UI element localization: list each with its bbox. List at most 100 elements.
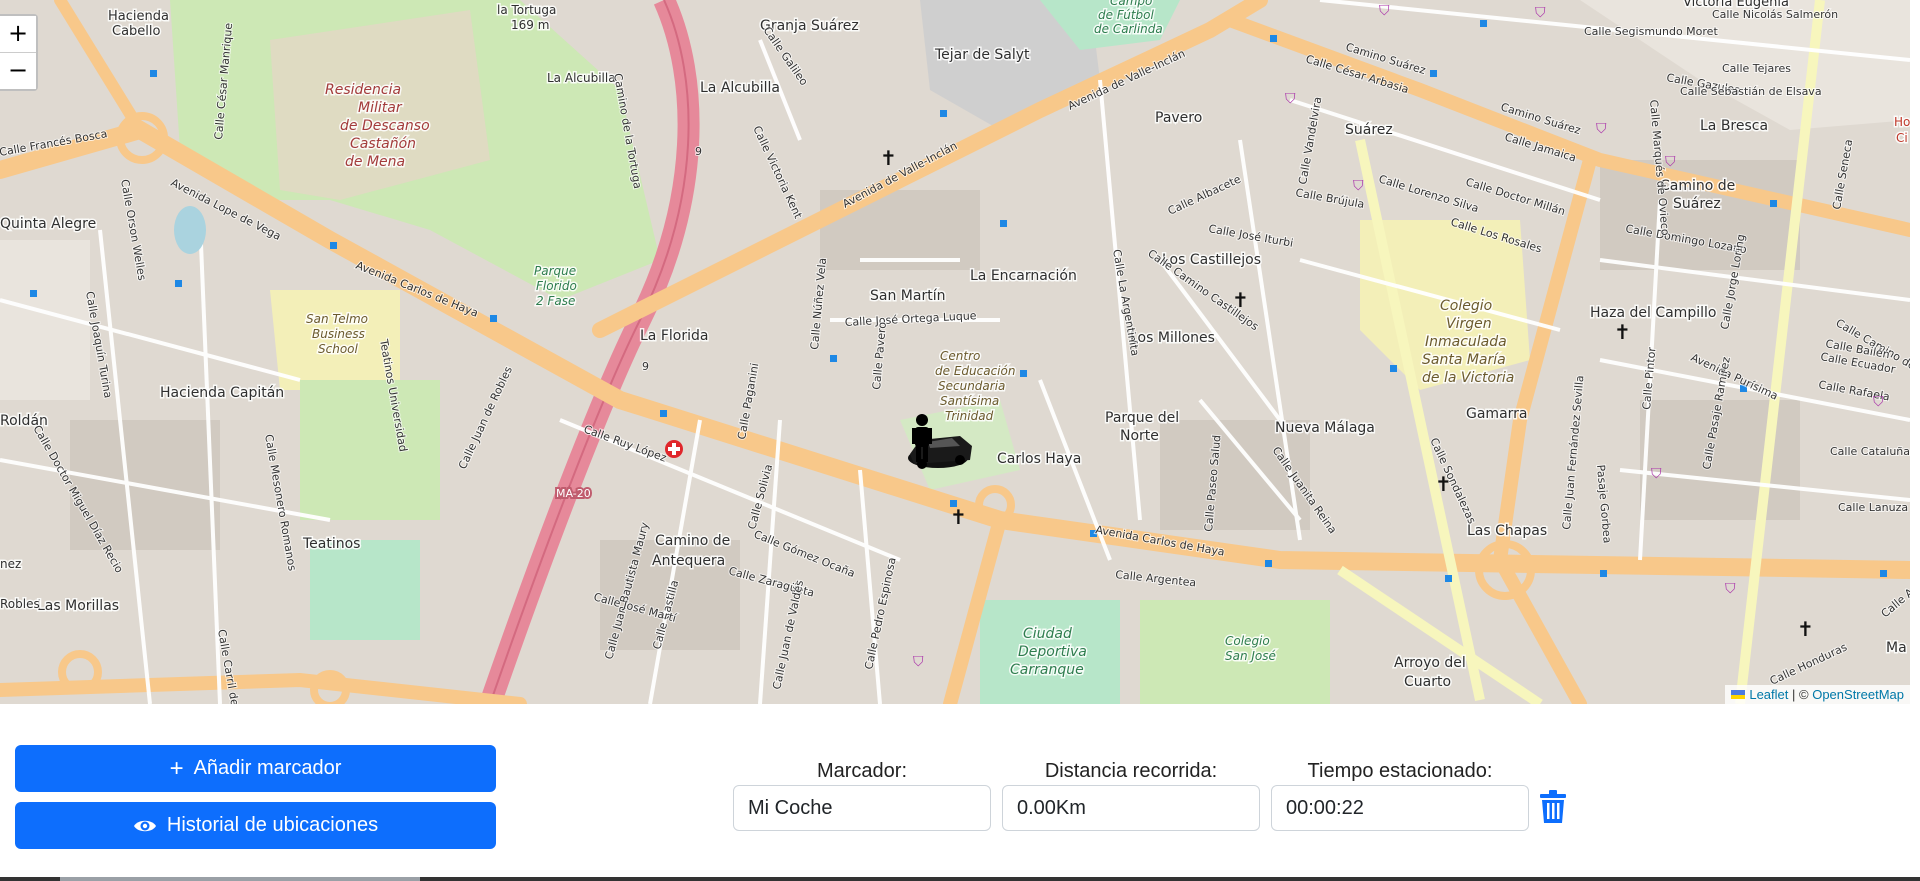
parked-time-field[interactable]: 00:00:22 — [1271, 785, 1529, 831]
svg-text:✝: ✝ — [880, 146, 897, 170]
map-label: Hacienda Capitán — [160, 385, 284, 401]
map-label: Parque — [534, 264, 576, 278]
map-label: Parque del — [1105, 410, 1179, 426]
map-label: de la Victoria — [1422, 370, 1514, 386]
marker-label: Marcador: — [816, 760, 908, 782]
road-label: Calle Cataluña — [1830, 445, 1910, 458]
map-label: Camino de — [1660, 178, 1735, 194]
map-attribution: Leaflet | © OpenStreetMap — [1725, 685, 1910, 704]
road-label: 9 — [695, 145, 702, 158]
map-label: Hacienda — [108, 9, 169, 24]
map-label: La Encarnación — [970, 268, 1077, 284]
eye-icon — [133, 820, 156, 831]
map-label: 169 m — [511, 18, 549, 32]
road-label: Calle Tejares — [1722, 62, 1791, 75]
map-label: Castañón — [350, 136, 416, 152]
map-label: Ciudad — [1023, 626, 1072, 642]
road-label: Calle Lanuza — [1838, 501, 1908, 514]
map-label: Trinidad — [945, 409, 994, 423]
road-label: Calle Segismundo Moret — [1584, 25, 1718, 38]
openstreetmap-link[interactable]: OpenStreetMap — [1812, 687, 1904, 702]
map-label: de Educación — [935, 364, 1015, 378]
hospital-icon — [665, 440, 683, 458]
map-label: La Florida — [640, 328, 708, 344]
map-label: La Alcubilla — [700, 80, 780, 96]
trash-icon[interactable] — [1538, 790, 1568, 824]
map-label: School — [318, 342, 359, 356]
location-history-button[interactable]: Historial de ubicaciones — [15, 802, 496, 849]
svg-text:✝: ✝ — [1232, 288, 1249, 312]
zoom-in-button[interactable]: + — [0, 16, 36, 52]
map-label: de Mena — [345, 154, 405, 170]
svg-text:⛉: ⛉ — [913, 654, 924, 670]
map-label: de Fútbol — [1098, 8, 1155, 22]
svg-text:✝: ✝ — [1614, 320, 1631, 344]
svg-text:⛉: ⛉ — [1379, 3, 1390, 19]
map-label: Teatinos — [302, 536, 360, 552]
map-label: Tejar de Salyt — [934, 47, 1030, 63]
map-label: Ho — [1894, 115, 1910, 129]
map-label: Business — [312, 327, 365, 341]
map-label: San José — [1225, 649, 1276, 663]
map-label: Residencia — [325, 82, 401, 98]
map-label: Robles — [0, 597, 40, 611]
svg-text:✝: ✝ — [950, 505, 967, 529]
svg-text:⛉: ⛉ — [1596, 121, 1607, 137]
distance-label: Distancia recorrida: — [1044, 760, 1218, 782]
map-label: Los Millones — [1130, 330, 1215, 346]
map-label: 2 Fase — [536, 294, 575, 308]
road-label: Calle Sebastián de Elsava — [1680, 85, 1822, 98]
map-label: Florido — [536, 279, 577, 293]
map-label: Inmaculada — [1425, 334, 1507, 350]
map-label: Cabello — [112, 24, 161, 39]
map-label: de Carlinda — [1094, 22, 1163, 36]
map-label: Santísima — [940, 394, 999, 408]
zoom-out-button[interactable]: − — [0, 52, 36, 89]
map-label: Centro — [940, 349, 980, 363]
parked-time-label: Tiempo estacionado: — [1307, 760, 1493, 782]
map-label: nez — [0, 557, 21, 571]
map-label: Suárez — [1345, 122, 1393, 138]
map-label: Gamarra — [1466, 406, 1528, 422]
map-label: Cuarto — [1404, 674, 1451, 690]
map-label: Santa María — [1422, 352, 1506, 368]
add-marker-label: Añadir marcador — [193, 757, 342, 779]
map-label: Ma — [1886, 640, 1907, 656]
svg-text:⛉: ⛉ — [1285, 91, 1296, 107]
map-label: Camino de — [655, 533, 730, 549]
map-label: Haza del Campillo — [1590, 305, 1716, 321]
map-label: Ci — [1896, 131, 1908, 145]
map-label: Pavero — [1155, 110, 1202, 126]
distance-field[interactable]: 0.00Km — [1002, 785, 1260, 831]
map-label: Militar — [358, 100, 403, 116]
svg-text:✝: ✝ — [1797, 617, 1814, 641]
svg-text:⛉: ⛉ — [1873, 394, 1884, 410]
map-label: Antequera — [652, 553, 725, 569]
attribution-separator: | © — [1792, 687, 1809, 702]
map-label: Suárez — [1673, 196, 1721, 212]
map-label: Arroyo del — [1394, 655, 1466, 671]
marker-name-field[interactable]: Mi Coche — [733, 785, 991, 831]
map-label: Las Chapas — [1467, 523, 1547, 539]
road-label: 9 — [642, 360, 649, 373]
leaflet-link[interactable]: Leaflet — [1749, 687, 1788, 702]
map-label: Carranque — [1010, 662, 1084, 678]
map-label: Colegio — [1440, 298, 1492, 314]
map-label: San Martín — [870, 288, 945, 304]
location-history-label: Historial de ubicaciones — [166, 814, 379, 836]
map-label: San Telmo — [306, 312, 368, 326]
map-label: Colegio — [1225, 634, 1270, 648]
zoom-control: + − — [0, 14, 38, 91]
plus-icon: + — [169, 754, 184, 782]
map-label: Carlos Haya — [997, 451, 1081, 467]
add-marker-button[interactable]: + Añadir marcador — [15, 745, 496, 792]
map-label: de Descanso — [340, 118, 430, 134]
map-label: la Tortuga — [497, 3, 556, 17]
map-tiles[interactable]: Residencia Militar de Descanso Castañón … — [0, 0, 1910, 704]
bottom-edge-highlight — [60, 877, 420, 881]
map-container[interactable]: Residencia Militar de Descanso Castañón … — [0, 0, 1910, 704]
svg-text:⛉: ⛉ — [1725, 581, 1736, 597]
road-label: Calle Nicolás Salmerón — [1712, 8, 1838, 21]
map-label: Virgen — [1446, 316, 1492, 332]
map-label: La Alcubilla — [547, 71, 616, 85]
